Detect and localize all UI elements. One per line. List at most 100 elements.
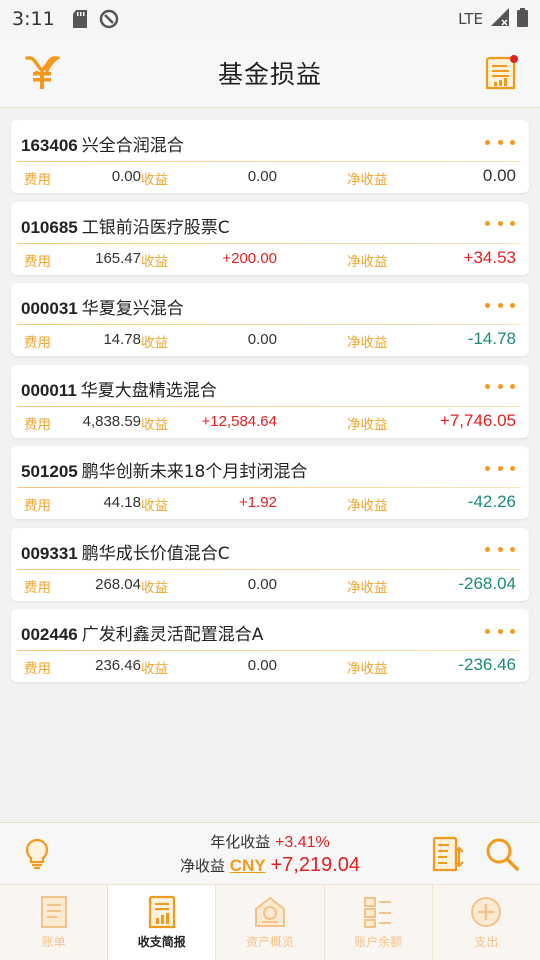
fund-card[interactable]: 000011 华夏大盘精选混合 费用 4,838.59 收益 +12,584.6… [11, 364, 529, 438]
sort-list-icon [432, 836, 464, 872]
add-icon [471, 897, 502, 927]
tab-label: 资产概览 [246, 935, 295, 949]
fund-card[interactable]: 501205 鹏华创新未来18个月封闭混合 费用 44.18 收益 +1.92 … [11, 446, 529, 519]
net-value: +7,746.05 [439, 410, 516, 430]
fund-stats: 费用 44.18 收益 +1.92 净收益 -42.26 [11, 491, 529, 514]
currency-selector[interactable]: CNY [230, 856, 266, 875]
sd-card-icon [72, 10, 87, 28]
fund-code: 010685 [21, 217, 78, 237]
tab-label: 账户余额 [354, 935, 403, 949]
fund-name: 华夏大盘精选混合 [80, 380, 217, 401]
status-bar: 3:11 LTE [0, 0, 540, 38]
net-value: -236.46 [458, 655, 516, 674]
fund-code: 009331 [21, 543, 78, 563]
currency-button[interactable] [24, 55, 60, 91]
net-label: 净收益 [347, 416, 388, 433]
fund-title: 000011 华夏大盘精选混合 [21, 376, 217, 401]
fee-value: 268.04 [95, 575, 141, 593]
network-type: LTE [458, 10, 483, 28]
fund-card[interactable]: 010685 工银前沿医疗股票C 费用 165.47 收益 +200.00 净收… [11, 201, 529, 275]
search-icon [486, 838, 519, 871]
income-value: 0.00 [247, 331, 277, 348]
app-header: 基金损益 [0, 38, 540, 108]
fund-card[interactable]: 000031 华夏复兴混合 费用 14.78 收益 0.00 净收益 -14.7… [11, 283, 529, 356]
net-value: +34.53 [463, 247, 516, 267]
battery-icon [517, 7, 528, 31]
more-options-icon[interactable] [485, 216, 515, 232]
tab-label: 账单 [41, 935, 66, 949]
fund-card[interactable]: 009331 鹏华成长价值混合C 费用 268.04 收益 0.00 净收益 -… [11, 527, 529, 601]
search-button[interactable] [484, 836, 520, 876]
fund-name: 工银前沿医疗股票C [81, 217, 230, 238]
divider [17, 405, 521, 407]
fund-title: 010685 工银前沿医疗股票C [21, 213, 230, 238]
fund-name: 广发利鑫灵活配置混合A [81, 625, 264, 645]
yen-icon [25, 56, 60, 89]
fund-code: 002446 [21, 625, 78, 644]
fund-title: 000031 华夏复兴混合 [21, 294, 184, 319]
sort-button[interactable] [431, 836, 465, 876]
more-options-icon[interactable] [485, 460, 515, 476]
more-options-icon[interactable] [485, 379, 515, 395]
more-options-icon[interactable] [485, 297, 515, 313]
annual-return-value: +3.41% [275, 834, 330, 851]
net-value: 0.00 [482, 166, 516, 185]
more-options-icon[interactable] [485, 542, 515, 558]
tab-expense[interactable]: 支出 [433, 885, 540, 960]
fund-code: 000031 [21, 299, 78, 318]
income-label: 收益 [141, 661, 168, 677]
more-options-icon[interactable] [485, 623, 515, 639]
fee-label: 费用 [24, 335, 51, 351]
fund-stats: 费用 14.78 收益 0.00 净收益 -14.78 [11, 328, 529, 351]
divider [17, 650, 521, 651]
income-label: 收益 [141, 253, 168, 270]
fee-value: 236.46 [95, 657, 141, 674]
fund-title: 002446 广发利鑫灵活配置混合A [21, 620, 263, 645]
net-value: -268.04 [458, 573, 516, 593]
balance-icon [364, 897, 392, 928]
tab-assets[interactable]: 资产概览 [216, 885, 325, 960]
fee-label: 费用 [24, 416, 51, 433]
report-notification-button[interactable] [482, 55, 518, 91]
income-label: 收益 [141, 416, 168, 433]
fee-value: 4,838.59 [82, 412, 141, 430]
divider [17, 487, 521, 488]
income-value: 0.00 [247, 657, 277, 674]
net-income-label: 净收益 [179, 857, 225, 875]
income-value: +200.00 [222, 249, 277, 267]
income-value: 0.00 [247, 575, 277, 593]
fund-stats: 费用 165.47 收益 +200.00 净收益 +34.53 [11, 247, 529, 270]
fund-code: 163406 [21, 136, 78, 155]
fund-title: 501205 鹏华创新未来18个月封闭混合 [21, 457, 307, 482]
net-label: 净收益 [347, 172, 388, 188]
fund-stats: 费用 268.04 收益 0.00 净收益 -268.04 [11, 573, 529, 596]
fund-name: 鹏华创新未来18个月封闭混合 [81, 462, 308, 482]
fund-card[interactable]: 163406 兴全合润混合 费用 0.00 收益 0.00 净收益 0.00 [11, 120, 529, 193]
fee-label: 费用 [24, 579, 51, 596]
more-options-icon[interactable] [485, 134, 515, 150]
net-label: 净收益 [347, 498, 388, 514]
fee-label: 费用 [24, 661, 51, 677]
fund-code: 501205 [21, 462, 78, 481]
summary-bar: 年化收益 +3.41% 净收益 CNY +7,219.04 [0, 822, 540, 884]
report-icon [485, 55, 518, 90]
net-label: 净收益 [347, 253, 388, 270]
fund-stats: 费用 0.00 收益 0.00 净收益 0.00 [11, 165, 529, 188]
income-value: +12,584.64 [201, 412, 278, 430]
tab-bill[interactable]: 账单 [0, 885, 109, 960]
tab-report[interactable]: 收支简报 [108, 885, 217, 960]
net-label: 净收益 [347, 579, 388, 596]
fee-value: 165.47 [95, 249, 141, 267]
fund-card[interactable]: 002446 广发利鑫灵活配置混合A 费用 236.46 收益 0.00 净收益… [11, 609, 529, 682]
net-label: 净收益 [347, 661, 388, 677]
net-value: -14.78 [467, 329, 516, 348]
fund-stats: 费用 4,838.59 收益 +12,584.64 净收益 +7,746.05 [11, 410, 529, 433]
fee-value: 0.00 [111, 168, 141, 185]
notification-dot [510, 55, 518, 63]
divider [17, 568, 521, 570]
fee-label: 费用 [24, 498, 51, 514]
assets-icon [255, 896, 285, 927]
fee-label: 费用 [24, 253, 51, 270]
tab-balance[interactable]: 账户余额 [325, 885, 433, 960]
divider [17, 324, 521, 325]
